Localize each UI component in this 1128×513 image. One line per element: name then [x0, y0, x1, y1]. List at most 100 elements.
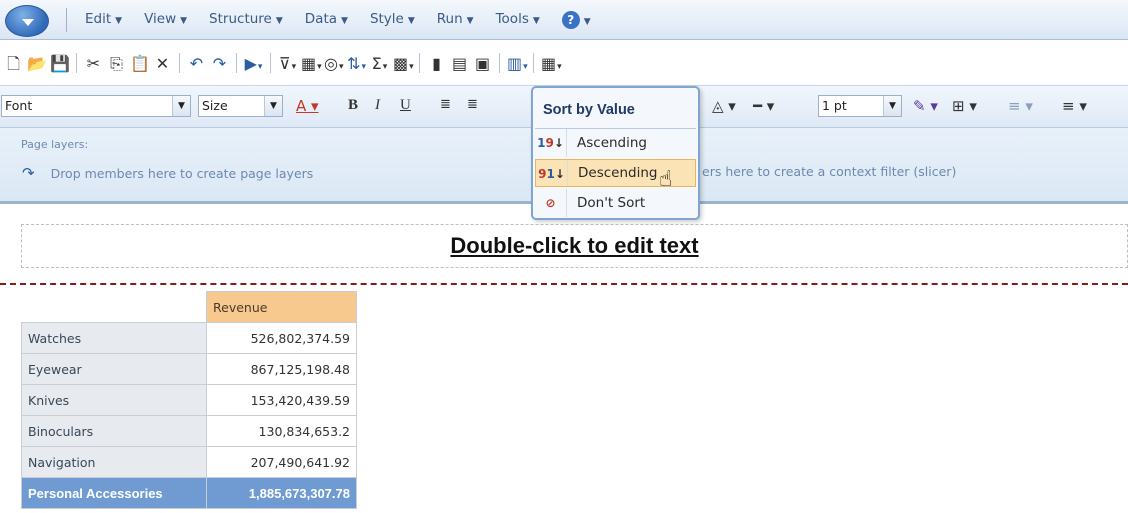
revenue-cell[interactable]: 153,420,439.59 — [206, 384, 357, 416]
save-icon[interactable]: 💾 — [50, 54, 70, 73]
chevron-down-icon: ▼ — [407, 16, 415, 26]
total-revenue-cell[interactable]: 1,885,673,307.78 — [206, 477, 357, 509]
menu-data-label: Data — [304, 11, 338, 27]
main-menu: Edit ▼ View ▼ Structure ▼ Data ▼ Style ▼ Run ▼… — [74, 11, 602, 29]
undo-icon[interactable]: ↶ — [187, 54, 206, 73]
menu-edit-label: Edit — [85, 11, 112, 27]
revenue-cell[interactable]: 526,802,374.59 — [206, 322, 357, 354]
delete-icon[interactable]: ✕ — [153, 54, 172, 73]
report-object-icon[interactable]: ▦ — [541, 54, 560, 73]
menu-structure[interactable]: Structure ▼ — [198, 11, 294, 29]
menu-tools[interactable]: Tools ▼ — [485, 11, 551, 29]
dont-sort-item[interactable]: ⊘ Don't Sort — [535, 189, 696, 217]
menu-view[interactable]: View ▼ — [133, 11, 198, 29]
curved-arrow-icon: ↷ — [22, 164, 35, 182]
run-icon[interactable]: ▶ — [244, 54, 263, 73]
border-style-icon[interactable]: ━ ▾ — [753, 97, 774, 115]
suppress-icon[interactable]: ▦ — [301, 54, 320, 73]
report-title-block[interactable]: Double-click to edit text — [21, 224, 1128, 268]
copy-icon[interactable]: ⎘ — [107, 54, 126, 73]
align-left-icon[interactable]: ≣ — [440, 97, 451, 112]
summarize-icon[interactable]: Σ — [370, 54, 389, 73]
sort-dropdown-menu: Sort by Value 19↓ Ascending 91↓ Descendi… — [531, 86, 700, 220]
sort-ascending-label: Ascending — [577, 135, 647, 151]
table-row: Eyewear 867,125,198.48 — [21, 353, 357, 385]
revenue-cell[interactable]: 130,834,653.2 — [206, 415, 357, 447]
chevron-down-icon: ▼ — [883, 96, 901, 116]
cut-icon[interactable]: ✂ — [84, 54, 103, 73]
row-header[interactable]: Eyewear — [21, 353, 207, 385]
menu-separator — [66, 8, 67, 32]
report-title[interactable]: Double-click to edit text — [450, 233, 698, 258]
open-folder-icon[interactable]: 📂 — [27, 54, 47, 73]
toolbar-separator — [236, 53, 237, 73]
sort-menu-title: Sort by Value — [543, 102, 635, 118]
chevron-down-icon: ▼ — [341, 16, 348, 26]
page-break-line — [0, 283, 1128, 285]
menu-style[interactable]: Style ▼ — [359, 11, 426, 29]
size-select[interactable]: Size ▼ — [198, 95, 283, 117]
page-layers-hint-text: Drop members here to create page layers — [50, 166, 314, 181]
chevron-down-icon: ▼ — [172, 96, 190, 116]
row-header[interactable]: Binoculars — [21, 415, 207, 447]
font-select-value: Font — [5, 98, 33, 113]
revenue-cell[interactable]: 867,125,198.48 — [206, 353, 357, 385]
menu-view-label: View — [144, 11, 177, 27]
menu-edit[interactable]: Edit ▼ — [74, 11, 133, 29]
menu-structure-label: Structure — [209, 11, 272, 27]
row-header[interactable]: Watches — [21, 322, 207, 354]
new-document-icon[interactable]: 🗋 — [4, 54, 23, 73]
increase-indent-icon[interactable]: ≡ ▾ — [1062, 97, 1087, 115]
font-select[interactable]: Font ▼ — [1, 95, 191, 117]
decrease-indent-icon[interactable]: ≡ ▾ — [1008, 97, 1033, 115]
chevron-down-icon: ▼ — [275, 16, 283, 26]
application-menu-button[interactable] — [5, 5, 49, 37]
menu-tools-label: Tools — [495, 11, 529, 27]
menu-bar: Edit ▼ View ▼ Structure ▼ Data ▼ Style ▼ Run ▼… — [0, 0, 1128, 40]
menu-data[interactable]: Data ▼ — [294, 11, 359, 29]
help-icon: ? — [561, 11, 580, 29]
sort-descending-icon: 91↓ — [536, 160, 568, 186]
page-layers-drop-zone[interactable]: ↷ Drop members here to create page layer… — [22, 164, 313, 182]
table-total-row: Personal Accessories 1,885,673,307.78 — [21, 477, 357, 509]
revenue-cell[interactable]: 207,490,641.92 — [206, 446, 357, 478]
bold-icon[interactable]: B — [348, 97, 358, 114]
row-header[interactable]: Navigation — [21, 446, 207, 478]
group-icon[interactable]: ▣ — [473, 54, 492, 73]
chevron-down-icon: ▼ — [583, 17, 591, 27]
redo-icon[interactable]: ↷ — [210, 54, 229, 73]
font-color-icon[interactable]: A ▾ — [296, 97, 319, 115]
explore-icon[interactable]: ◎ — [324, 54, 343, 73]
align-center-icon[interactable]: ≣ — [467, 97, 478, 112]
menu-run[interactable]: Run ▼ — [426, 11, 485, 29]
underline-icon[interactable]: U — [400, 97, 411, 114]
paste-icon[interactable]: 📋 — [130, 54, 150, 73]
total-row-header[interactable]: Personal Accessories — [21, 477, 207, 509]
insert-calculation-icon[interactable]: ▩ — [393, 54, 412, 73]
table-row: Knives 153,420,439.59 — [21, 384, 357, 416]
border-color-icon[interactable]: ✎ ▾ — [913, 97, 938, 115]
crosstab-corner — [22, 292, 207, 323]
italic-icon[interactable]: I — [375, 97, 380, 114]
border-width-select[interactable]: 1 pt ▼ — [818, 95, 902, 117]
sort-ascending-item[interactable]: 19↓ Ascending — [535, 129, 696, 157]
no-sort-icon: ⊘ — [535, 189, 567, 217]
border-width-value: 1 pt — [822, 98, 847, 113]
context-filter-drop-zone[interactable]: ers here to create a context filter (sli… — [702, 164, 956, 179]
insert-table-icon[interactable]: ▤ — [450, 54, 469, 73]
sort-icon[interactable]: ⇅ — [347, 54, 366, 73]
background-color-icon[interactable]: ◬ ▾ — [712, 97, 736, 115]
table-row: Watches 526,802,374.59 — [21, 322, 357, 354]
crosstab: Revenue Watches 526,802,374.59 Eyewear 8… — [21, 291, 357, 509]
row-header[interactable]: Knives — [21, 384, 207, 416]
swap-rows-columns-icon[interactable]: ▮ — [427, 54, 446, 73]
chevron-down-icon: ▼ — [264, 96, 282, 116]
standard-toolbar: 🗋 📂 💾 ✂ ⎘ 📋 ✕ ↶ ↷ ▶ ⊽ ▦ ◎ ⇅ Σ ▩ ▮ ▤ ▣ ▥ … — [0, 40, 1128, 86]
column-header-revenue[interactable]: Revenue — [206, 291, 357, 323]
chart-icon[interactable]: ▥ — [507, 54, 526, 73]
menu-help[interactable]: ? ▼ — [551, 11, 602, 29]
borders-icon[interactable]: ⊞ ▾ — [952, 97, 977, 115]
toolbar-separator — [76, 53, 77, 73]
filter-icon[interactable]: ⊽ — [278, 54, 297, 73]
toolbar-separator — [533, 53, 534, 73]
